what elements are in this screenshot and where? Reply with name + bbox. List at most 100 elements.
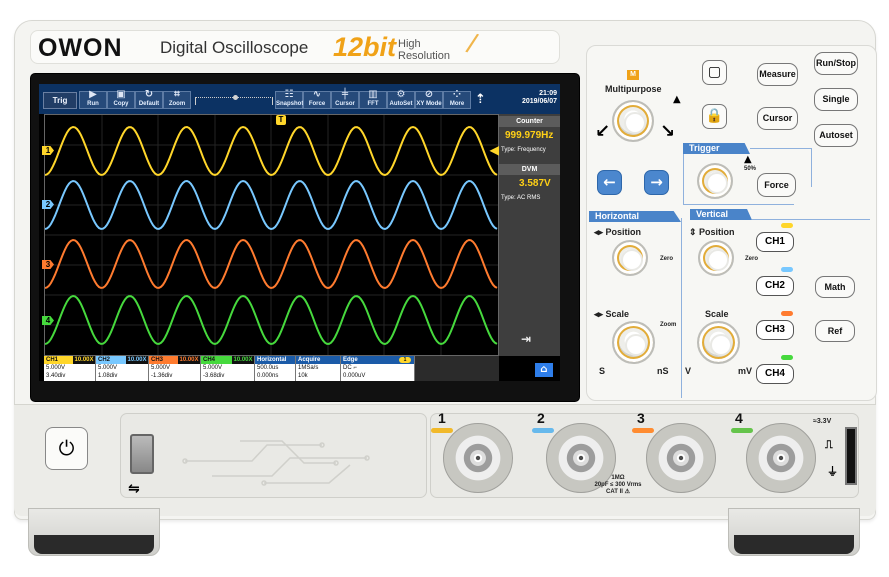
xy-icon: ⊘ — [424, 89, 434, 100]
warning-line-3: CAT II ⚠ — [606, 489, 630, 495]
ch1-button[interactable]: CH1 — [756, 232, 794, 252]
horizontal-scale-text: Scale — [605, 309, 630, 319]
force-button-screen[interactable]: ∿ Force — [303, 89, 331, 109]
ch4-position: -3.68div — [203, 373, 225, 379]
trigger-percent: 50% — [744, 166, 757, 172]
left-right-icon: ◂▸ — [594, 227, 606, 237]
display-screen: Trig ▶ Run ▣ Copy ↻ Default ⌗ Zoom ☷ Snapshot… — [39, 84, 560, 381]
input-4-color — [731, 428, 753, 433]
acquire-rate: 1MSa/s — [298, 365, 319, 371]
left-arrow-button[interactable]: ← — [597, 170, 622, 195]
ch2-led — [781, 267, 793, 272]
snapshot-label: Snapshot — [276, 101, 304, 107]
measure-button[interactable]: Measure — [757, 63, 798, 86]
input-3-label: 3 — [637, 410, 645, 426]
horizontal-position-knob[interactable] — [612, 240, 648, 276]
trigger-panel-line — [683, 154, 684, 205]
cursor-button-screen[interactable]: ╪ Cursor — [331, 89, 359, 109]
copy-label: Copy — [113, 101, 129, 107]
trigger-title: Trigger — [683, 143, 750, 154]
more-button[interactable]: ⁘ More — [443, 89, 471, 109]
horizontal-time: 500.0us — [257, 365, 279, 371]
calibration-label: ≈3.3V — [813, 418, 832, 425]
horizontal-scale-knob[interactable] — [612, 321, 655, 364]
ch4-button[interactable]: CH4 — [756, 364, 794, 384]
autoset-button[interactable]: Autoset — [814, 124, 858, 147]
ch1-position: 3.40div — [46, 373, 66, 379]
vertical-scale-knob[interactable] — [697, 321, 740, 364]
ch1-led — [781, 223, 793, 228]
status-spacer — [415, 356, 499, 381]
multipurpose-knob[interactable] — [612, 100, 654, 142]
ch3-button[interactable]: CH3 — [756, 320, 794, 340]
trigger-level-marker[interactable]: ◀ — [490, 144, 499, 156]
ch1-info[interactable]: CH1 10.00X 5.000V 3.40div — [44, 356, 96, 381]
input-1-label: 1 — [438, 410, 446, 426]
power-button[interactable]: ⏻ — [45, 427, 88, 470]
run-button[interactable]: ▶ Run — [79, 89, 107, 109]
ch2-button[interactable]: CH2 — [756, 276, 794, 296]
horizontal-title: Horizontal — [255, 356, 295, 364]
screen-lock-button[interactable]: ▢ — [702, 60, 727, 85]
horizontal-info[interactable]: Horizontal 500.0us 0.000ns — [255, 356, 296, 381]
model-name: Digital Oscilloscope — [160, 38, 309, 57]
trigger-info[interactable]: Edge 1 DC ⌐ 0.000uV — [341, 356, 415, 381]
seconds-label: S — [599, 366, 606, 376]
measurement-panel: Counter 999.979Hz Type: Frequency DVM 3.… — [499, 114, 560, 356]
fft-button[interactable]: ▥ FFT — [359, 89, 387, 109]
exit-icon[interactable]: ⇥ — [521, 332, 531, 346]
lock-button[interactable]: 🔒 — [702, 104, 727, 129]
fft-label: FFT — [367, 101, 379, 107]
run-stop-button[interactable]: Run/Stop — [814, 52, 858, 75]
vertical-position-label: ⇕ Position — [689, 227, 735, 238]
vertical-scale-label: Scale — [705, 309, 729, 319]
default-label: Default — [138, 101, 160, 107]
resolution-line-2: Resolution — [398, 50, 450, 62]
vertical-title: Vertical — [690, 209, 752, 220]
input-1-bnc[interactable] — [443, 423, 513, 493]
trigger-time-marker[interactable]: T — [276, 115, 286, 125]
acquire-info[interactable]: Acquire 1MSa/s 10k — [296, 356, 341, 381]
ref-button[interactable]: Ref — [815, 320, 855, 342]
horizontal-position-label: ◂▸ Position — [594, 227, 641, 238]
zoom-button[interactable]: ⌗ Zoom — [163, 89, 191, 109]
warning-line-1: 1MΩ — [611, 475, 625, 481]
calibration-terminal[interactable] — [845, 427, 857, 485]
time-position-handle[interactable] — [233, 95, 238, 100]
ch3-voltage: 5.000V — [151, 365, 171, 371]
ch4-info[interactable]: CH4 10.00X 5.000V -3.68div — [201, 356, 255, 381]
trigger-panel-line — [750, 148, 811, 149]
copy-button[interactable]: ▣ Copy — [107, 89, 135, 109]
single-button[interactable]: Single — [814, 88, 858, 111]
dvm-value: 3.587V — [519, 178, 551, 189]
waveform-area[interactable] — [44, 114, 499, 356]
ch3-position: -1.36div — [151, 373, 173, 379]
ch4-voltage: 5.000V — [203, 365, 223, 371]
trigger-menu-button[interactable]: Trig — [43, 92, 77, 109]
usb-icon: ⇋ — [128, 481, 140, 497]
ch2-info[interactable]: CH2 10.00X 5.000V 1.08div — [96, 356, 149, 381]
cursor-button[interactable]: Cursor — [757, 107, 798, 130]
screen-toolbar: Trig ▶ Run ▣ Copy ↻ Default ⌗ Zoom ☷ Snapshot… — [39, 84, 560, 114]
home-icon[interactable]: ⌂ — [535, 363, 553, 377]
force-button[interactable]: Force — [757, 173, 796, 197]
usb-port[interactable] — [130, 434, 154, 474]
input-3-bnc[interactable] — [646, 423, 716, 493]
trigger-push-icon: ▲ — [744, 154, 752, 165]
autoset-label-screen: AutoSet — [389, 101, 413, 107]
snapshot-button[interactable]: ☷ Snapshot — [275, 89, 304, 109]
autoset-button-screen[interactable]: ⚙ AutoSet — [387, 89, 415, 109]
trigger-level-knob[interactable] — [697, 163, 733, 199]
up-down-icon: ⇕ — [689, 227, 700, 237]
right-foot-base — [734, 535, 854, 554]
math-button[interactable]: Math — [815, 276, 855, 298]
right-arrow-button[interactable]: → — [644, 170, 669, 195]
horizontal-scale-label: ◂▸ Scale — [594, 309, 629, 320]
rotate-left-icon: ↙ — [595, 121, 611, 142]
brand-logo: OWON — [38, 34, 123, 62]
input-4-bnc[interactable] — [746, 423, 816, 493]
xy-mode-button[interactable]: ⊘ XY Mode — [415, 89, 443, 109]
ch3-info[interactable]: CH3 10.00X 5.000V -1.36div — [149, 356, 201, 381]
vertical-position-knob[interactable] — [698, 240, 734, 276]
default-button[interactable]: ↻ Default — [135, 89, 163, 109]
